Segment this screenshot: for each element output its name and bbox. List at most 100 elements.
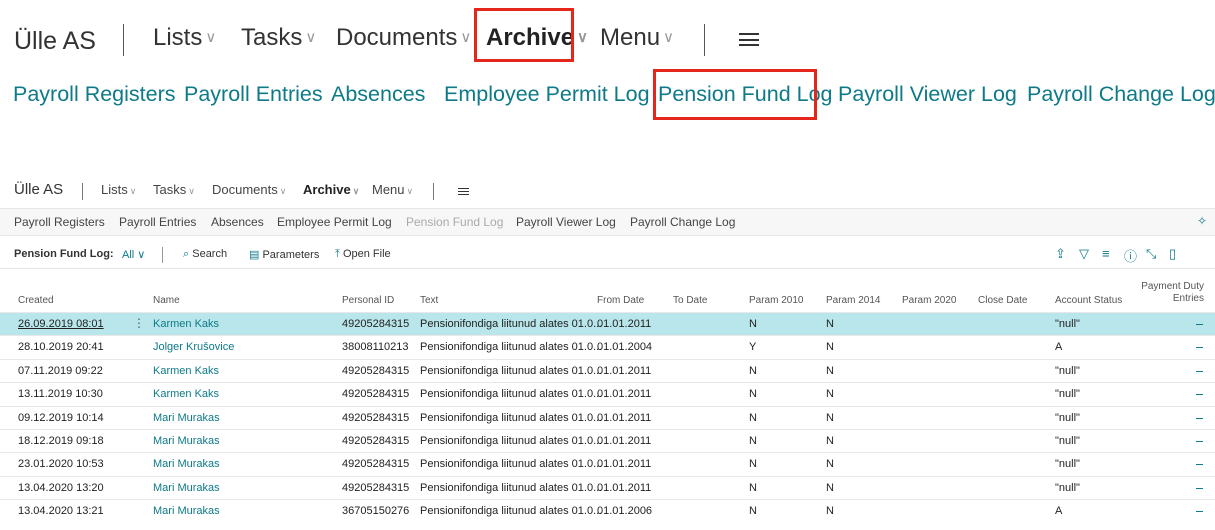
cell-created[interactable]: 23.01.2020 10:53 (18, 458, 104, 470)
column-header-personal-id[interactable]: Personal ID (342, 295, 394, 306)
search-button[interactable]: ⌕ Search (183, 248, 227, 261)
cell-personal-id: 49205284315 (342, 434, 410, 447)
table-row[interactable]: 09.12.2019 10:14 Mari Murakas 49205284315 P… (0, 405, 1215, 429)
cell-text: Pensionifondiga liitunud alates 01.0... (420, 481, 603, 494)
cell-param-2010: N (749, 505, 757, 518)
cell-created[interactable]: 28.10.2019 20:41 (18, 341, 104, 353)
cell-created[interactable]: 07.11.2019 09:22 (18, 365, 103, 377)
cell-payment-duty-entries[interactable] (1196, 324, 1203, 325)
filter-icon[interactable]: ▽ (1079, 246, 1089, 262)
toolbar-separator (162, 247, 163, 263)
cell-name[interactable]: Jolger Krušovice (153, 341, 234, 353)
cell-param-2014: N (826, 318, 834, 330)
cell-from-date: 01.01.2006 (597, 505, 653, 518)
cell-payment-duty-entries[interactable] (1196, 417, 1203, 419)
column-header-account-status[interactable]: Account Status (1055, 295, 1122, 306)
cell-account-status: A (1055, 341, 1063, 354)
column-header-param-2010[interactable]: Param 2010 (749, 295, 803, 306)
nav-lists[interactable]: Lists ∨ (101, 182, 136, 197)
cell-from-date: 01.01.2011 (597, 481, 652, 494)
zoom-action-absences[interactable]: Absences (331, 82, 425, 107)
nav-documents[interactable]: Documents ∨ (336, 24, 471, 52)
zoom-action-payroll-registers[interactable]: Payroll Registers (13, 82, 176, 107)
action-absences[interactable]: Absences (211, 215, 264, 229)
cell-name[interactable]: Mari Murakas (153, 412, 220, 424)
view-filter-dropdown[interactable]: All ∨ (122, 248, 145, 261)
column-header-param-2014[interactable]: Param 2014 (826, 295, 880, 306)
cell-from-date: 01.01.2011 (597, 434, 652, 447)
action-payroll-registers[interactable]: Payroll Registers (14, 215, 105, 229)
table-row[interactable]: 18.12.2019 09:18 Mari Murakas 49205284315 P… (0, 428, 1215, 452)
nav-tasks[interactable]: Tasks ∨ (153, 182, 195, 197)
cell-created[interactable]: 09.12.2019 10:14 (18, 412, 104, 424)
cell-personal-id: 49205284315 (342, 458, 410, 471)
cell-payment-duty-entries[interactable] (1196, 440, 1203, 442)
cell-personal-id: 36705150276 (342, 505, 410, 518)
hamburger-menu-icon[interactable] (458, 188, 469, 195)
row-actions-icon[interactable]: ⋮ (133, 316, 145, 330)
zoom-action-payroll-entries[interactable]: Payroll Entries (184, 82, 323, 107)
action-payroll-entries[interactable]: Payroll Entries (119, 215, 196, 229)
nav-menu[interactable]: Menu ∨ (372, 182, 413, 197)
column-header-created[interactable]: Created (18, 295, 54, 306)
cell-personal-id: 49205284315 (342, 364, 410, 377)
nav-menu[interactable]: Menu ∨ (600, 24, 674, 52)
action-pension-fund-log[interactable]: Pension Fund Log (406, 215, 503, 229)
cell-name[interactable]: Mari Murakas (153, 482, 220, 494)
cell-name[interactable]: Mari Murakas (153, 435, 220, 447)
cell-payment-duty-entries[interactable] (1196, 347, 1203, 349)
company-name[interactable]: Ülle AS (14, 181, 63, 198)
collapse-icon[interactable]: ⤡ (1146, 246, 1156, 262)
zoom-action-employee-permit-log[interactable]: Employee Permit Log (444, 82, 650, 107)
table-row[interactable]: 13.11.2019 10:30 Karmen Kaks 49205284315 Pe… (0, 382, 1215, 405)
action-employee-permit-log[interactable]: Employee Permit Log (277, 215, 392, 229)
nav-documents[interactable]: Documents ∨ (212, 182, 286, 197)
cell-name[interactable]: Mari Murakas (153, 505, 220, 517)
cell-created[interactable]: 13.04.2020 13:20 (18, 482, 104, 494)
table-row[interactable]: 13.04.2020 13:21 Mari Murakas 36705150276 P… (0, 499, 1215, 522)
company-name[interactable]: Ülle AS (14, 27, 96, 56)
nav-tasks[interactable]: Tasks ∨ (241, 24, 316, 52)
cell-created[interactable]: 18.12.2019 09:18 (18, 435, 104, 447)
column-header-close-date[interactable]: Close Date (978, 295, 1027, 306)
pension-fund-log-table: Created Name Personal ID Text From Date … (0, 280, 1215, 523)
table-row[interactable]: 28.10.2019 20:41 Jolger Krušovice 38008110… (0, 335, 1215, 358)
cell-name[interactable]: Karmen Kaks (153, 365, 219, 377)
zoomed-role-center-nav: Ülle AS Lists ∨ Tasks ∨ Documents ∨ Archive… (0, 0, 1215, 64)
share-icon[interactable]: ⇪ (1055, 246, 1066, 262)
cell-payment-duty-entries[interactable] (1196, 511, 1203, 513)
cell-created[interactable]: 13.11.2019 10:30 (18, 388, 103, 400)
column-header-payment-duty-entries[interactable]: Payment Duty Entries (1141, 281, 1204, 305)
bookmark-icon[interactable]: ▯ (1169, 246, 1176, 262)
action-payroll-viewer-log[interactable]: Payroll Viewer Log (516, 215, 616, 229)
column-header-to-date[interactable]: To Date (673, 295, 707, 306)
open-file-button[interactable]: ⤒ Open File (335, 248, 391, 261)
column-header-param-2020[interactable]: Param 2020 (902, 295, 956, 306)
cell-payment-duty-entries[interactable] (1196, 370, 1203, 372)
action-payroll-change-log[interactable]: Payroll Change Log (630, 215, 735, 229)
cell-name[interactable]: Karmen Kaks (153, 318, 219, 330)
table-row[interactable]: 13.04.2020 13:20 Mari Murakas 49205284315 P… (0, 475, 1215, 499)
cell-name[interactable]: Karmen Kaks (153, 388, 219, 400)
hamburger-menu-icon[interactable] (739, 33, 759, 46)
pin-icon[interactable]: ✧ (1197, 214, 1207, 228)
column-header-text[interactable]: Text (420, 295, 438, 306)
cell-created[interactable]: 26.09.2019 08:01 (18, 318, 104, 330)
table-row[interactable]: 07.11.2019 09:22 Karmen Kaks 49205284315 Pe… (0, 358, 1215, 382)
cell-name[interactable]: Mari Murakas (153, 458, 220, 470)
column-header-name[interactable]: Name (153, 295, 180, 306)
table-row[interactable]: 23.01.2020 10:53 Mari Murakas 49205284315 P… (0, 452, 1215, 475)
cell-payment-duty-entries[interactable] (1196, 464, 1203, 466)
column-header-from-date[interactable]: From Date (597, 295, 644, 306)
info-icon[interactable]: ⓘ (1124, 246, 1137, 265)
cell-payment-duty-entries[interactable] (1196, 394, 1203, 396)
list-view-icon[interactable]: ≡ (1102, 246, 1110, 261)
parameters-button[interactable]: ▤ Parameters (249, 248, 319, 261)
nav-archive[interactable]: Archive ∨ (303, 182, 359, 197)
zoom-action-payroll-viewer-log[interactable]: Payroll Viewer Log (838, 82, 1017, 107)
zoom-action-payroll-change-log[interactable]: Payroll Change Log (1027, 82, 1215, 107)
nav-lists[interactable]: Lists ∨ (153, 24, 216, 52)
cell-payment-duty-entries[interactable] (1196, 487, 1203, 489)
cell-created[interactable]: 13.04.2020 13:21 (18, 505, 104, 517)
table-row[interactable]: 26.09.2019 08:01 Karmen Kaks 49205284315 Pe… (0, 312, 1215, 336)
